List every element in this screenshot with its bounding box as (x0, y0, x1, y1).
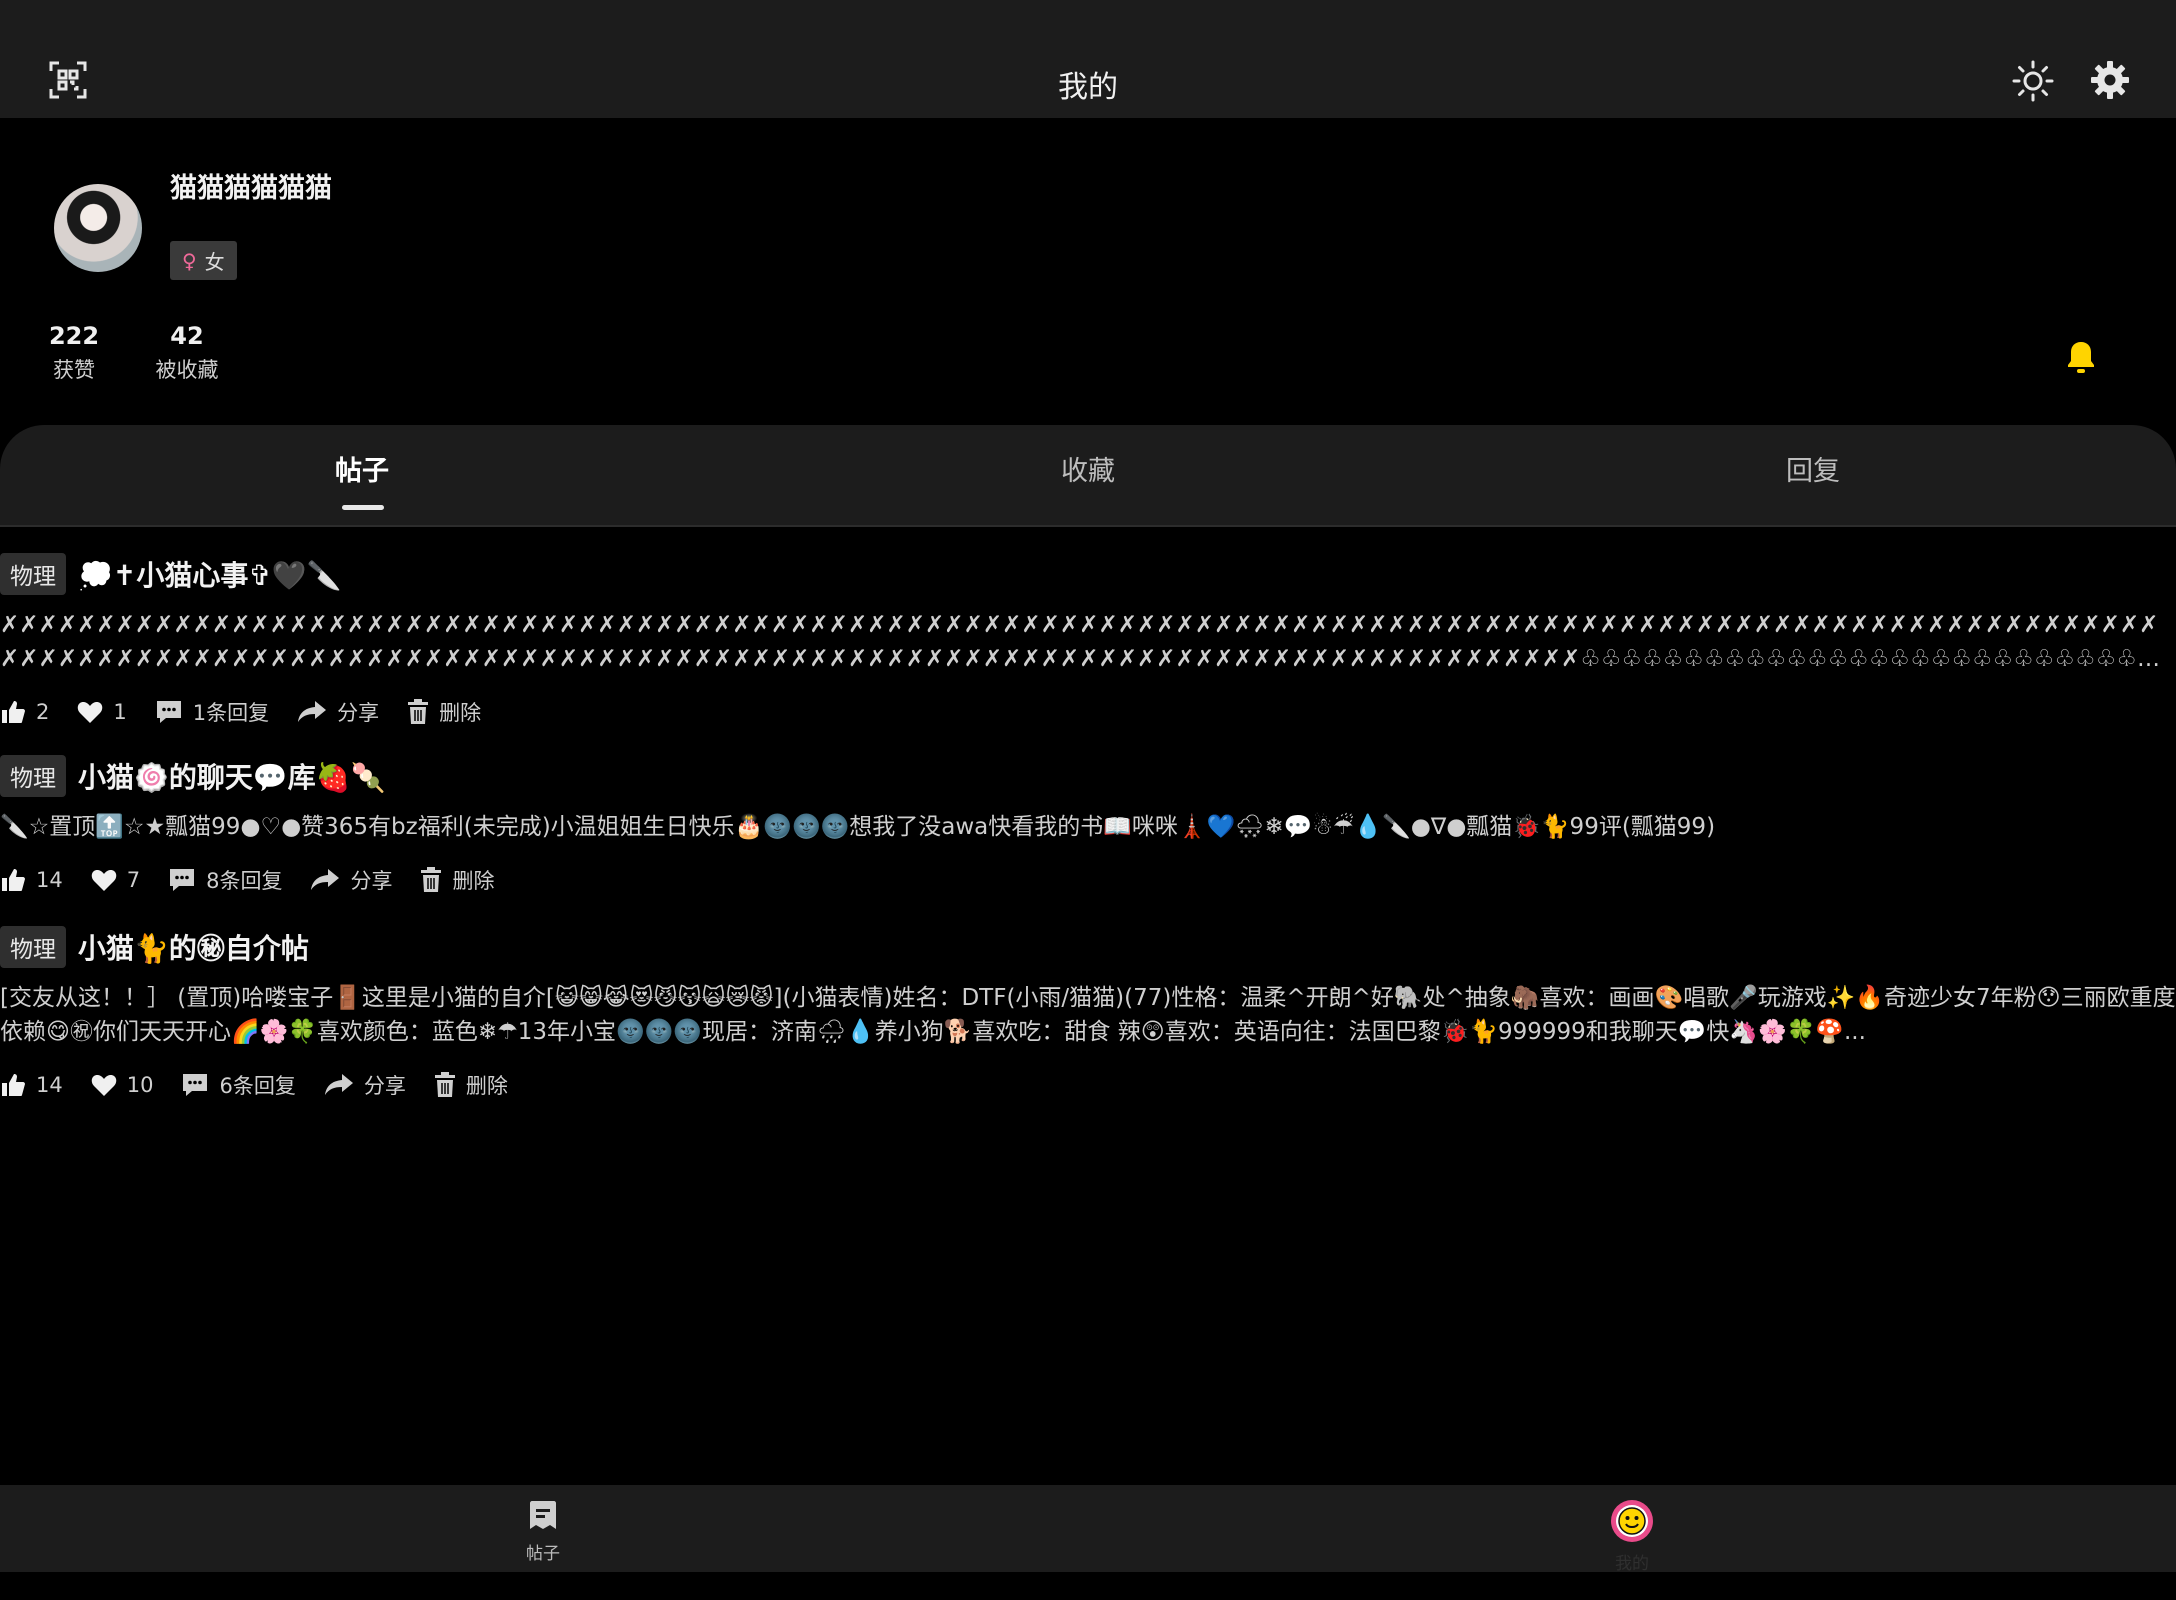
like-count: 14 (36, 868, 63, 892)
post-item[interactable]: 物理 小猫🐈的㊙自介帖 [交友从这！！］ (置顶)哈喽宝子🚪这里是小猫的自介[😺… (0, 925, 2176, 1107)
favorite-count: 7 (126, 868, 141, 892)
tab-replies[interactable]: 回复 (1713, 449, 1913, 488)
nav-label: 我的 (1615, 1554, 1649, 1574)
post-title[interactable]: 💭✝小猫心事✞🖤🔪 (78, 554, 342, 594)
favorite-button[interactable]: 10 (91, 1073, 154, 1097)
heart-icon (91, 868, 117, 892)
post-actions: 14 7 8条回复 分享 删除 (0, 858, 2176, 902)
like-count: 14 (36, 1073, 63, 1097)
post-item[interactable]: 物理 💭✝小猫心事✞🖤🔪 ✗✗✗✗✗✗✗✗✗✗✗✗✗✗✗✗✗✗✗✗✗✗✗✗✗✗✗… (0, 552, 2176, 734)
tab-bar: 帖子 收藏 回复 (0, 425, 2176, 527)
delete-label: 删除 (465, 1074, 508, 1098)
stat-likes: 222 获赞 (40, 322, 108, 384)
reply-count: 8条回复 (206, 869, 283, 893)
comment-icon (168, 867, 196, 893)
nav-posts[interactable]: 帖子 (483, 1499, 603, 1564)
share-button[interactable]: 分享 (297, 697, 379, 727)
bell-icon[interactable] (2066, 340, 2096, 374)
post-actions: 14 10 6条回复 分享 删除 (0, 1063, 2176, 1107)
stat-value: 222 (48, 322, 100, 350)
delete-label: 删除 (439, 701, 482, 725)
posts-icon (483, 1499, 603, 1533)
like-button[interactable]: 14 (0, 1072, 63, 1098)
favorite-button[interactable]: 1 (77, 700, 127, 724)
reply-button[interactable]: 8条回复 (168, 865, 282, 895)
nav-label: 帖子 (526, 1544, 560, 1564)
system-bar (0, 1572, 2176, 1600)
like-button[interactable]: 2 (0, 699, 49, 725)
delete-button[interactable]: 删除 (420, 865, 494, 895)
top-bar: 我的 (0, 0, 2176, 118)
share-label: 分享 (363, 1074, 406, 1098)
comment-icon (155, 699, 183, 725)
delete-button[interactable]: 删除 (434, 1070, 508, 1100)
like-count: 2 (36, 700, 50, 724)
reply-count: 6条回复 (219, 1074, 296, 1098)
reply-button[interactable]: 6条回复 (181, 1070, 296, 1100)
share-label: 分享 (337, 701, 380, 725)
thumbs-up-icon (0, 699, 26, 725)
female-icon: ♀ (182, 248, 197, 273)
post-actions: 2 1 1条回复 分享 删除 (0, 690, 2176, 734)
delete-label: 删除 (452, 869, 495, 893)
reply-count: 1条回复 (192, 701, 270, 725)
reply-button[interactable]: 1条回复 (155, 697, 269, 727)
bottom-nav: 帖子 我的 (0, 1485, 2176, 1574)
stat-favorited: 42 被收藏 (148, 322, 226, 384)
post-item[interactable]: 物理 小猫🍥的聊天💬库🍓🍡 🔪☆置顶🔝☆★瓢猫99●♡●赞365有bz福利(未完… (0, 754, 2176, 902)
stat-value: 42 (170, 322, 204, 350)
comment-icon (181, 1072, 209, 1098)
smiley-avatar-icon (1572, 1499, 1692, 1543)
share-label: 分享 (350, 869, 393, 893)
delete-button[interactable]: 删除 (407, 697, 481, 727)
share-button[interactable]: 分享 (310, 865, 392, 895)
share-button[interactable]: 分享 (324, 1070, 406, 1100)
nav-me[interactable]: 我的 (1572, 1499, 1692, 1574)
page-title: 我的 (1058, 70, 1118, 105)
gender-label: 女 (204, 250, 225, 274)
share-icon (324, 1073, 354, 1097)
heart-icon (77, 700, 103, 724)
trash-icon (407, 699, 429, 725)
post-body[interactable]: [交友从这！！］ (置顶)哈喽宝子🚪这里是小猫的自介[😺😸😹😻😼😽🙀😿😾](小猫… (0, 981, 2176, 1049)
thumbs-up-icon (0, 1072, 26, 1098)
share-icon (297, 700, 327, 724)
username: 猫猫猫猫猫猫 (170, 173, 332, 204)
category-tag: 物理 (0, 926, 66, 968)
avatar[interactable] (54, 184, 142, 272)
post-title[interactable]: 小猫🐈的㊙自介帖 (78, 927, 309, 967)
post-body[interactable]: 🔪☆置顶🔝☆★瓢猫99●♡●赞365有bz福利(未完成)小温姐姐生日快乐🎂🌚🌚🌚… (0, 810, 2176, 844)
stat-label: 获赞 (53, 358, 95, 382)
category-tag: 物理 (0, 553, 66, 595)
post-title[interactable]: 小猫🍥的聊天💬库🍓🍡 (78, 756, 385, 796)
heart-icon (91, 1073, 117, 1097)
tab-indicator (342, 505, 384, 510)
tab-favorites[interactable]: 收藏 (988, 449, 1188, 488)
favorite-button[interactable]: 7 (91, 868, 140, 892)
tab-posts[interactable]: 帖子 (262, 449, 462, 488)
trash-icon (420, 867, 442, 893)
gender-tag: ♀ 女 (170, 241, 237, 280)
stat-label: 被收藏 (155, 358, 219, 382)
thumbs-up-icon (0, 867, 26, 893)
trash-icon (434, 1072, 456, 1098)
share-icon (310, 868, 340, 892)
favorite-count: 10 (126, 1073, 154, 1097)
sun-icon[interactable] (2012, 60, 2054, 102)
like-button[interactable]: 14 (0, 867, 63, 893)
gear-icon[interactable] (2090, 60, 2130, 100)
category-tag: 物理 (0, 755, 66, 797)
post-body[interactable]: ✗✗✗✗✗✗✗✗✗✗✗✗✗✗✗✗✗✗✗✗✗✗✗✗✗✗✗✗✗✗✗✗✗✗✗✗✗✗✗✗… (0, 608, 2176, 676)
favorite-count: 1 (113, 700, 127, 724)
